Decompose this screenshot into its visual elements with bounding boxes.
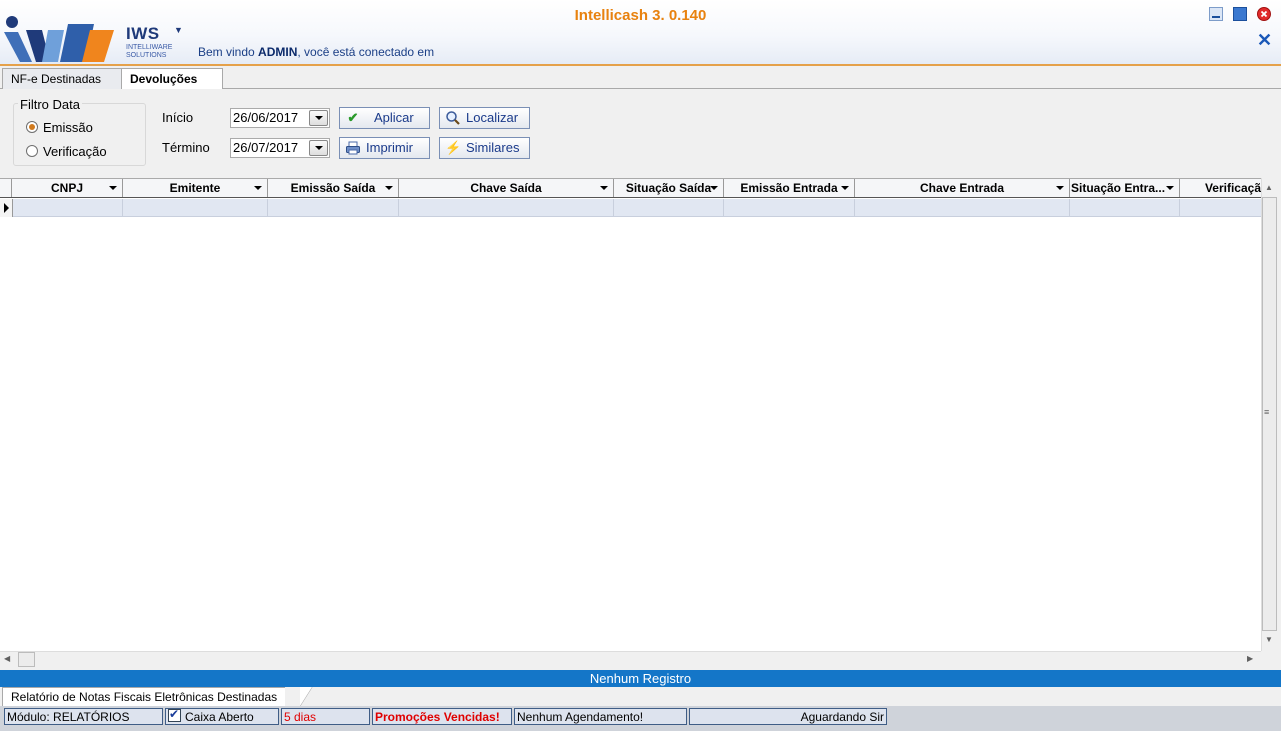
tab-devolucoes[interactable]: Devoluções xyxy=(121,68,223,90)
column-header-verificacao[interactable]: Verificaçã xyxy=(1180,179,1261,197)
radio-verificacao-label[interactable]: Verificação xyxy=(43,144,107,159)
welcome-message: Bem vindo ADMIN, você está conectado em xyxy=(198,45,435,59)
close-x-icon[interactable]: ✕ xyxy=(1257,31,1272,49)
end-date-label: Término xyxy=(162,140,210,155)
status-waiting: Aguardando Sir xyxy=(689,708,887,725)
scroll-down-icon[interactable]: ▼ xyxy=(1265,635,1273,644)
scroll-grip-icon: ≡ xyxy=(1264,407,1270,417)
column-header-situacao-saida[interactable]: Situação Saída xyxy=(614,179,724,197)
grid-cell[interactable] xyxy=(614,199,724,217)
printer-icon xyxy=(345,140,361,156)
grid-cell[interactable] xyxy=(1180,199,1261,217)
column-header-chave-entrada[interactable]: Chave Entrada xyxy=(855,179,1070,197)
apply-button[interactable]: ✔ Aplicar xyxy=(339,107,430,129)
grid-cell[interactable] xyxy=(123,199,268,217)
column-filter-icon[interactable] xyxy=(385,186,393,190)
apply-button-label: Aplicar xyxy=(374,110,414,125)
start-date-value: 26/06/2017 xyxy=(233,110,299,125)
find-button-label: Localizar xyxy=(466,110,519,125)
tab-slant-edge xyxy=(300,687,313,706)
similar-button-label: Similares xyxy=(466,140,520,155)
status-schedule[interactable]: Nenhum Agendamento! xyxy=(514,708,687,725)
grid-cell[interactable] xyxy=(855,199,1070,217)
tab-report[interactable]: Relatório de Notas Fiscais Eletrônicas D… xyxy=(2,687,286,706)
column-filter-icon[interactable] xyxy=(254,186,262,190)
column-header-cnpj[interactable]: CNPJ xyxy=(12,179,123,197)
column-filter-icon[interactable] xyxy=(1056,186,1064,190)
start-date-dropdown-icon[interactable] xyxy=(309,110,328,126)
start-date-field[interactable]: 26/06/2017 xyxy=(230,108,330,128)
grid-cell[interactable] xyxy=(268,199,399,217)
radio-verificacao[interactable] xyxy=(26,145,38,157)
logo-brand: IWS xyxy=(126,24,160,43)
checkbox-checked-icon xyxy=(168,709,181,723)
results-grid[interactable] xyxy=(0,178,1261,652)
current-row-indicator-icon xyxy=(0,199,13,217)
close-icon[interactable] xyxy=(1257,7,1271,21)
scroll-up-icon[interactable]: ▲ xyxy=(1265,183,1273,192)
scroll-left-icon[interactable]: ◀ xyxy=(4,654,10,663)
status-days: 5 dias xyxy=(281,708,370,725)
radio-emissao[interactable] xyxy=(26,121,38,133)
logo-subtitle: INTELLIWARE SOLUTIONS xyxy=(126,44,173,59)
grid-indicator-header xyxy=(0,179,12,197)
scroll-right-icon[interactable]: ▶ xyxy=(1247,654,1253,663)
maximize-icon[interactable] xyxy=(1233,7,1247,21)
start-date-label: Início xyxy=(162,110,194,125)
grid-cell[interactable] xyxy=(724,199,855,217)
end-date-field[interactable]: 26/07/2017 xyxy=(230,138,330,158)
grid-cell[interactable] xyxy=(13,199,123,217)
column-header-chave-saida[interactable]: Chave Saída xyxy=(399,179,614,197)
column-header-situacao-entrada[interactable]: Situação Entra... xyxy=(1070,179,1180,197)
column-header-emissao-entrada[interactable]: Emissão Entrada xyxy=(724,179,855,197)
magnifier-icon xyxy=(445,110,461,126)
find-button[interactable]: Localizar xyxy=(439,107,530,129)
logo-menu-caret-icon[interactable]: ▼ xyxy=(174,25,183,35)
radio-emissao-label[interactable]: Emissão xyxy=(43,120,93,135)
grid-cell[interactable] xyxy=(1070,199,1180,217)
horizontal-scrollbar[interactable] xyxy=(0,651,1261,667)
date-filter-title: Filtro Data xyxy=(18,97,82,112)
end-date-dropdown-icon[interactable] xyxy=(309,140,328,156)
end-date-value: 26/07/2017 xyxy=(233,140,299,155)
status-cash: Caixa Aberto xyxy=(165,708,279,725)
print-button-label: Imprimir xyxy=(366,140,413,155)
filter-panel xyxy=(0,89,1276,175)
print-button[interactable]: Imprimir xyxy=(339,137,430,159)
check-icon: ✔ xyxy=(347,110,359,125)
minimize-icon[interactable] xyxy=(1209,7,1223,21)
column-filter-icon[interactable] xyxy=(710,186,718,190)
column-header-emissao-saida[interactable]: Emissão Saída xyxy=(268,179,399,197)
lightning-icon: ⚡ xyxy=(445,140,462,155)
app-title: Intellicash 3. 0.140 xyxy=(574,7,707,24)
horizontal-scroll-thumb[interactable] xyxy=(18,652,35,667)
column-filter-icon[interactable] xyxy=(109,186,117,190)
status-promotions[interactable]: Promoções Vencidas! xyxy=(372,708,512,725)
tab-nfe-destinadas[interactable]: NF-e Destinadas xyxy=(2,68,130,89)
column-filter-icon[interactable] xyxy=(841,186,849,190)
column-filter-icon[interactable] xyxy=(600,186,608,190)
status-module: Módulo: RELATÓRIOS xyxy=(4,708,163,725)
similar-button[interactable]: ⚡ Similares xyxy=(439,137,530,159)
record-status: Nenhum Registro xyxy=(0,670,1281,687)
grid-cell[interactable] xyxy=(399,199,614,217)
column-header-emitente[interactable]: Emitente xyxy=(123,179,268,197)
column-filter-icon[interactable] xyxy=(1166,186,1174,190)
